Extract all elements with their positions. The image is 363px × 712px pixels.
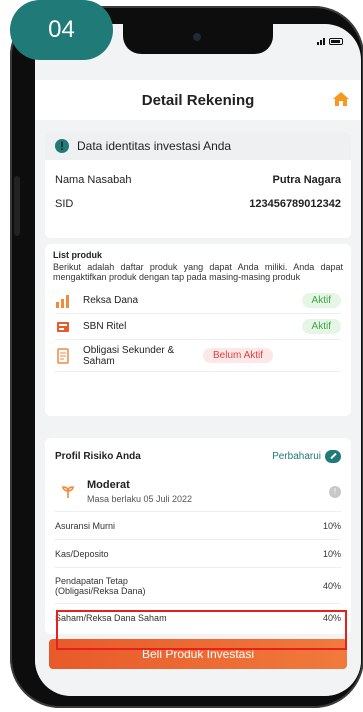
name-label: Nama Nasabah bbox=[55, 174, 132, 186]
status-badge: Belum Aktif bbox=[203, 348, 274, 363]
product-list-title: List produk bbox=[53, 250, 102, 260]
allocation-value: 10% bbox=[322, 520, 341, 531]
product-list: Reksa Dana Aktif SBN Ritel Aktif Obligas… bbox=[53, 288, 343, 372]
sid-label: SID bbox=[55, 198, 74, 210]
allocation-label: Pendapatan Tetap (Obligasi/Reksa Dana) bbox=[55, 575, 146, 596]
document-icon bbox=[57, 347, 69, 364]
identity-header: ! Data identitas investasi Anda bbox=[45, 132, 351, 160]
product-item-sbn-ritel[interactable]: SBN Ritel Aktif bbox=[55, 314, 341, 340]
product-list-card: List produk Berikut adalah daftar produk… bbox=[45, 244, 351, 416]
app-screen: Detail Rekening ! Data identitas investa… bbox=[35, 24, 361, 696]
profile-name: Moderat bbox=[87, 479, 130, 491]
allocation-row: Kas/Deposito 10% bbox=[55, 540, 341, 568]
allocation-row: Asuransi Murni 10% bbox=[55, 512, 341, 540]
step-badge: 04 bbox=[10, 0, 113, 60]
product-item-obligasi-saham[interactable]: Obligasi Sekunder & Saham Belum Aktif bbox=[55, 340, 341, 372]
bar-chart-icon bbox=[56, 294, 69, 308]
name-value: Putra Nagara bbox=[272, 174, 341, 186]
profile-validity: Masa berlaku 05 Juli 2022 bbox=[87, 494, 193, 504]
info-icon[interactable]: ! bbox=[329, 485, 341, 498]
allocation-row: Pendapatan Tetap (Obligasi/Reksa Dana) 4… bbox=[55, 568, 341, 604]
sprout-icon bbox=[62, 485, 74, 498]
app-header: Detail Rekening bbox=[35, 80, 361, 120]
phone-frame: Detail Rekening ! Data identitas investa… bbox=[10, 6, 363, 708]
risk-profile-card: Profil Risiko Anda Perbaharui Moderat Ma… bbox=[45, 438, 351, 634]
product-item-reksa-dana[interactable]: Reksa Dana Aktif bbox=[55, 288, 341, 314]
risk-profile-row: Moderat Masa berlaku 05 Juli 2022 ! bbox=[55, 472, 341, 512]
pencil-icon bbox=[325, 449, 341, 463]
allocation-value: 40% bbox=[322, 580, 341, 591]
product-name: Obligasi Sekunder & Saham bbox=[83, 344, 175, 367]
product-list-description: Berikut adalah daftar produk yang dapat … bbox=[53, 262, 343, 282]
info-icon: ! bbox=[55, 139, 69, 153]
battery-icon bbox=[329, 37, 343, 45]
status-badge: Aktif bbox=[301, 293, 341, 308]
notch bbox=[123, 24, 273, 54]
allocation-label: Kas/Deposito bbox=[55, 548, 109, 559]
sid-value: 123456789012342 bbox=[249, 198, 341, 210]
camera-icon bbox=[193, 33, 201, 41]
update-label: Perbaharui bbox=[272, 450, 321, 462]
status-badge: Aktif bbox=[301, 319, 341, 334]
identity-card: ! Data identitas investasi Anda Nama Nas… bbox=[45, 132, 351, 238]
home-icon[interactable] bbox=[333, 92, 349, 106]
allocation-value: 10% bbox=[322, 548, 341, 559]
product-name: SBN Ritel bbox=[83, 321, 127, 332]
risk-title: Profil Risiko Anda bbox=[55, 450, 141, 462]
signal-icon bbox=[317, 37, 325, 45]
page-title: Detail Rekening bbox=[141, 91, 255, 109]
risk-header: Profil Risiko Anda Perbaharui bbox=[55, 446, 341, 466]
highlight-box bbox=[56, 610, 347, 650]
product-name: Reksa Dana bbox=[83, 295, 139, 306]
bond-icon bbox=[57, 321, 69, 332]
update-button[interactable]: Perbaharui bbox=[272, 449, 341, 463]
status-bar bbox=[317, 37, 343, 45]
name-row: Nama Nasabah Putra Nagara bbox=[45, 174, 351, 186]
allocation-label: Asuransi Murni bbox=[55, 520, 116, 531]
sid-row: SID 123456789012342 bbox=[45, 198, 351, 210]
identity-heading: Data identitas investasi Anda bbox=[77, 139, 232, 153]
